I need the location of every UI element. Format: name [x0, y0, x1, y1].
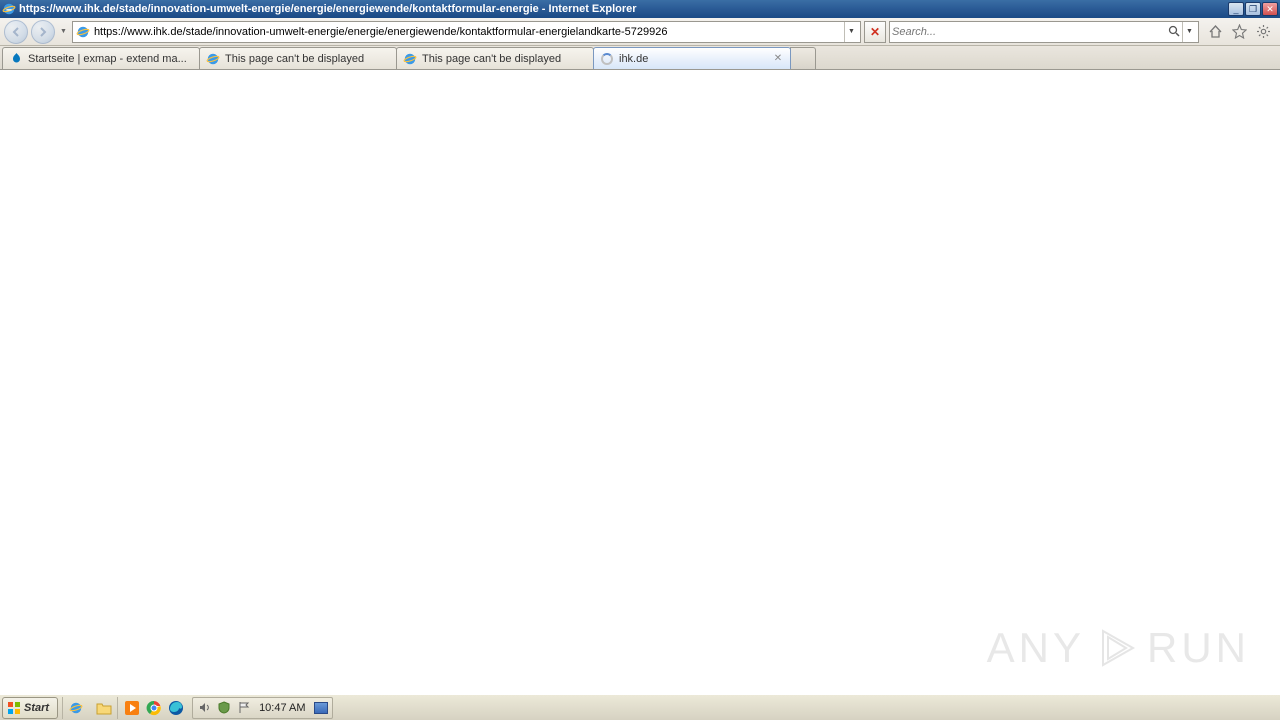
windows-flag-icon [7, 701, 21, 715]
ie-logo-icon [2, 2, 16, 16]
mediaplayer-icon[interactable] [122, 698, 142, 718]
ie-quicklaunch-icon[interactable] [67, 699, 85, 717]
stop-button[interactable]: ✕ [864, 21, 886, 43]
ie-favicon-icon [403, 52, 417, 66]
navigation-toolbar: ▼ ▼ ✕ ▼ [0, 18, 1280, 46]
window-controls: _ ❐ ✕ [1227, 2, 1278, 16]
tab-1[interactable]: This page can't be displayed [199, 47, 397, 69]
tools-gear-icon[interactable] [1254, 23, 1272, 41]
tab-2[interactable]: This page can't be displayed [396, 47, 594, 69]
tray-clock[interactable]: 10:47 AM [257, 702, 307, 714]
window-titlebar: https://www.ihk.de/stade/innovation-umwe… [0, 0, 1280, 18]
window-title: https://www.ihk.de/stade/innovation-umwe… [19, 3, 1227, 15]
watermark-text-left: ANY [987, 624, 1085, 672]
back-button[interactable] [4, 20, 28, 44]
explorer-quicklaunch-icon[interactable] [95, 699, 113, 717]
taskbar: Start 10:47 AM [0, 694, 1280, 720]
url-input[interactable] [94, 26, 844, 38]
running-programs [118, 697, 190, 719]
edge-icon[interactable] [166, 698, 186, 718]
anyrun-watermark: ANY RUN [987, 624, 1250, 672]
page-favicon-icon [75, 24, 91, 40]
watermark-text-right: RUN [1147, 624, 1250, 672]
start-button[interactable]: Start [2, 697, 58, 719]
maximize-button[interactable]: ❐ [1245, 2, 1261, 16]
start-label: Start [24, 702, 49, 714]
tab-label: ihk.de [619, 53, 767, 65]
volume-icon[interactable] [197, 701, 211, 715]
tab-close-button[interactable]: ✕ [772, 53, 784, 65]
search-provider-dropdown[interactable]: ▼ [1182, 22, 1196, 42]
tab-3[interactable]: ihk.de ✕ [593, 47, 791, 69]
tab-label: This page can't be displayed [422, 53, 587, 65]
show-desktop-button[interactable] [314, 702, 328, 714]
system-tray: 10:47 AM [192, 697, 332, 719]
address-dropdown[interactable]: ▼ [844, 22, 858, 42]
ie-favicon-icon [206, 52, 220, 66]
stop-icon: ✕ [870, 25, 880, 39]
shield-tray-icon[interactable] [217, 701, 231, 715]
loading-spinner-icon [600, 52, 614, 66]
tab-label: Startseite | exmap - extend ma... [28, 53, 193, 65]
search-input[interactable] [892, 26, 1166, 38]
drupal-favicon-icon [9, 52, 23, 66]
home-icon[interactable] [1206, 23, 1224, 41]
close-button[interactable]: ✕ [1262, 2, 1278, 16]
favorites-icon[interactable] [1230, 23, 1248, 41]
toolbar-icons [1202, 23, 1276, 41]
tab-bar: Startseite | exmap - extend ma... This p… [0, 46, 1280, 70]
quick-launch [62, 697, 118, 719]
tab-0[interactable]: Startseite | exmap - extend ma... [2, 47, 200, 69]
tab-label: This page can't be displayed [225, 53, 390, 65]
minimize-button[interactable]: _ [1228, 2, 1244, 16]
play-outline-icon [1093, 625, 1139, 671]
forward-button[interactable] [31, 20, 55, 44]
nav-history-dropdown[interactable]: ▼ [58, 28, 69, 35]
new-tab-button[interactable] [790, 47, 816, 69]
chrome-icon[interactable] [144, 698, 164, 718]
flag-tray-icon[interactable] [237, 701, 251, 715]
search-icon[interactable] [1166, 24, 1182, 40]
address-bar[interactable]: ▼ [72, 21, 861, 43]
page-content [0, 70, 1280, 694]
search-box[interactable]: ▼ [889, 21, 1199, 43]
